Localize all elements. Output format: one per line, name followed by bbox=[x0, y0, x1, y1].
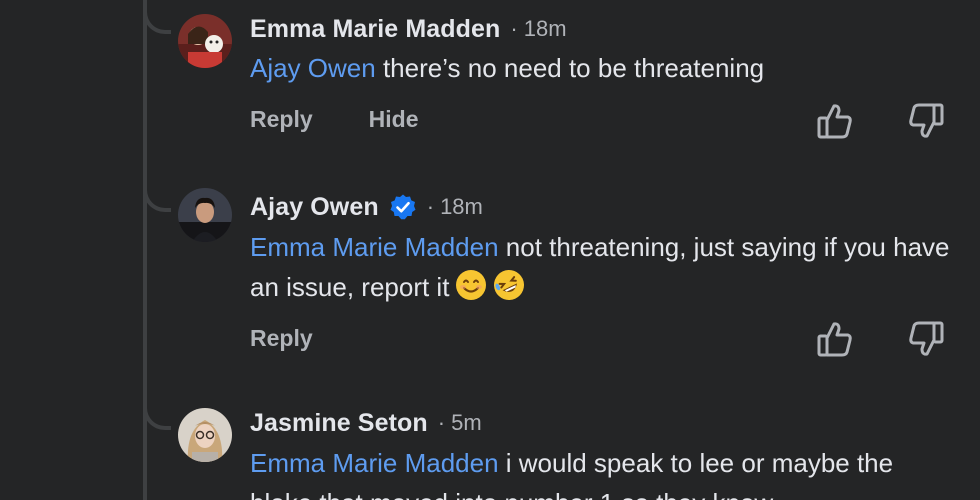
mention-link[interactable]: Emma Marie Madden bbox=[250, 232, 499, 262]
comment-header: Ajay Owen · 18m bbox=[250, 190, 483, 224]
thumbs-down-icon[interactable] bbox=[908, 320, 944, 358]
comment-author[interactable]: Ajay Owen bbox=[250, 193, 379, 222]
avatar[interactable] bbox=[178, 14, 232, 68]
avatar[interactable] bbox=[178, 408, 232, 462]
comment-timestamp[interactable]: 5m bbox=[451, 410, 482, 436]
meta-separator: · bbox=[510, 16, 518, 41]
verified-badge-icon bbox=[389, 193, 417, 221]
comment-body: there’s no need to be threatening bbox=[375, 53, 765, 83]
meta-separator: · bbox=[426, 194, 435, 219]
comment-header: Emma Marie Madden · 18m bbox=[250, 12, 567, 46]
mention-link[interactable]: Ajay Owen bbox=[250, 53, 376, 83]
thumbs-down-icon[interactable] bbox=[908, 102, 944, 140]
comment-timestamp[interactable]: 18m bbox=[440, 194, 483, 220]
thumbs-up-icon[interactable] bbox=[817, 102, 853, 140]
smiling-face-emoji bbox=[455, 269, 487, 301]
comment-author[interactable]: Jasmine Seton bbox=[250, 409, 428, 438]
thread-branch bbox=[143, 186, 171, 212]
avatar[interactable] bbox=[178, 188, 232, 242]
reply-button[interactable]: Reply bbox=[250, 325, 313, 352]
thread-branch bbox=[143, 8, 171, 34]
comment-thread: Emma Marie Madden · 18m Ajay Owen there’… bbox=[0, 0, 980, 500]
mention-link[interactable]: Emma Marie Madden bbox=[250, 448, 499, 478]
comment-actions: Reply Hide bbox=[250, 101, 474, 137]
rolling-laughing-emoji bbox=[493, 269, 525, 301]
thread-branch bbox=[143, 404, 171, 430]
comment-author[interactable]: Emma Marie Madden bbox=[250, 15, 500, 44]
comment-text: Emma Marie Madden i would speak to lee o… bbox=[250, 443, 950, 500]
thread-connector-line bbox=[143, 0, 147, 500]
comment-timestamp[interactable]: 18m bbox=[524, 16, 567, 42]
comment-header: Jasmine Seton · 5m bbox=[250, 406, 482, 440]
hide-button[interactable]: Hide bbox=[369, 106, 419, 133]
thumbs-up-icon[interactable] bbox=[817, 320, 853, 358]
reply-button[interactable]: Reply bbox=[250, 106, 313, 133]
comment-text: Ajay Owen there’s no need to be threaten… bbox=[250, 48, 950, 88]
meta-separator: · bbox=[437, 410, 446, 435]
comment-text: Emma Marie Madden not threatening, just … bbox=[250, 227, 950, 307]
comment-actions: Reply bbox=[250, 320, 369, 356]
